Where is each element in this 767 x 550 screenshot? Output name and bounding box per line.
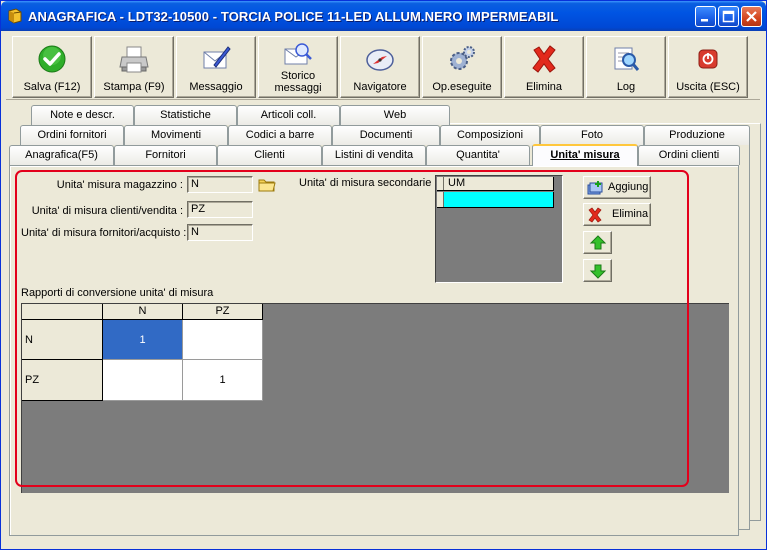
delete-um-label: Elimina xyxy=(612,208,649,220)
navigator-label: Navigatore xyxy=(353,81,407,93)
message-history-button[interactable]: Storico messaggi xyxy=(258,36,338,98)
um-magazzino-field[interactable]: N xyxy=(187,176,253,193)
app-icon xyxy=(8,8,22,24)
row-indicator xyxy=(437,192,444,207)
maximize-button[interactable] xyxy=(718,6,739,27)
grid-col-header: N xyxy=(103,304,183,320)
tab-unita-misura[interactable]: Unita' misura xyxy=(532,144,638,166)
add-um-label: Aggiung xyxy=(608,181,649,193)
tab-composizioni[interactable]: Composizioni xyxy=(440,125,540,145)
tab-movimenti[interactable]: Movimenti xyxy=(124,125,228,145)
row-indicator xyxy=(437,177,444,190)
exit-icon xyxy=(698,49,718,69)
print-button[interactable]: Stampa (F9) xyxy=(94,36,174,98)
message-history-label-2: messaggi xyxy=(274,82,322,94)
grid-cell[interactable]: 1 xyxy=(103,320,183,360)
um-fornitori-label: Unita' di misura fornitori/acquisto : xyxy=(21,227,187,239)
arrow-down-icon xyxy=(589,264,607,279)
um-secondarie-label: Unita' di misura secondarie : xyxy=(299,177,438,189)
grid-col-header: PZ xyxy=(183,304,263,320)
tab-documenti[interactable]: Documenti xyxy=(332,125,440,145)
delete-label: Elimina xyxy=(525,81,563,93)
conversion-grid[interactable]: N PZ N 1 PZ 1 xyxy=(21,303,729,493)
toolbar: Salva (F12) Stampa (F9) Messaggio Storic… xyxy=(6,34,760,100)
log-button[interactable]: Log xyxy=(586,36,666,98)
arrow-up-icon xyxy=(589,235,607,250)
tab-statistiche[interactable]: Statistiche xyxy=(134,105,237,125)
navigator-button[interactable]: Navigatore xyxy=(340,36,420,98)
printer-icon xyxy=(119,46,149,73)
minimize-icon xyxy=(701,19,708,22)
tab-fornitori[interactable]: Fornitori xyxy=(114,145,217,165)
tab-codici-a-barre[interactable]: Codici a barre xyxy=(228,125,332,145)
tab-note[interactable]: Note e descr. xyxy=(31,105,134,125)
tab-foto[interactable]: Foto xyxy=(540,125,644,145)
tab-produzione[interactable]: Produzione xyxy=(644,125,750,145)
save-button[interactable]: Salva (F12) xyxy=(12,36,92,98)
close-button[interactable] xyxy=(741,6,762,27)
tab-listini-di-vendita[interactable]: Listini di vendita xyxy=(322,145,426,165)
grid-cell[interactable]: 1 xyxy=(183,360,263,401)
gears-icon xyxy=(450,46,475,70)
um-magazzino-label: Unita' misura magazzino : xyxy=(56,179,183,191)
message-icon xyxy=(203,46,231,69)
um-column-header: UM xyxy=(448,177,466,189)
log-icon xyxy=(614,47,640,71)
um-fornitori-field[interactable]: N xyxy=(187,224,253,241)
operations-button[interactable]: Op.eseguite xyxy=(422,36,502,98)
print-label: Stampa (F9) xyxy=(103,81,165,93)
grid-row-header: PZ xyxy=(22,360,103,401)
delete-um-button[interactable]: Elimina xyxy=(583,203,651,226)
message-button[interactable]: Messaggio xyxy=(176,36,256,98)
message-history-icon xyxy=(284,43,312,65)
move-up-button[interactable] xyxy=(583,231,612,254)
tab-anagrafica[interactable]: Anagrafica(F5) xyxy=(9,145,114,165)
log-label: Log xyxy=(616,81,636,93)
window-title: ANAGRAFICA - LDT32-10500 - TORCIA POLICE… xyxy=(28,9,559,24)
minimize-button[interactable] xyxy=(695,6,716,27)
title-bar[interactable]: ANAGRAFICA - LDT32-10500 - TORCIA POLICE… xyxy=(1,1,766,31)
conversion-title: Rapporti di conversione unita' di misura xyxy=(21,287,214,299)
compass-icon xyxy=(366,49,394,71)
delete-icon xyxy=(532,45,556,73)
tab-quantita[interactable]: Quantita' xyxy=(426,145,530,165)
tab-articoli-coll[interactable]: Articoli coll. xyxy=(237,105,340,125)
tab-clienti[interactable]: Clienti xyxy=(217,145,322,165)
grid-corner xyxy=(22,304,103,320)
folder-icon[interactable] xyxy=(257,175,277,194)
maximize-icon xyxy=(722,10,735,23)
delete-x-icon xyxy=(588,207,602,223)
message-label: Messaggio xyxy=(189,81,243,93)
exit-button[interactable]: Uscita (ESC) xyxy=(668,36,748,98)
um-secondarie-grid[interactable]: UM xyxy=(435,175,563,283)
delete-button[interactable]: Elimina xyxy=(504,36,584,98)
tab-web[interactable]: Web xyxy=(340,105,450,125)
grid-row-header: N xyxy=(22,320,103,360)
add-um-button[interactable]: Aggiung xyxy=(583,176,651,199)
application-window: ANAGRAFICA - LDT32-10500 - TORCIA POLICE… xyxy=(0,0,767,550)
save-label: Salva (F12) xyxy=(23,81,81,93)
tab-ordini-clienti[interactable]: Ordini clienti xyxy=(638,145,740,165)
move-down-button[interactable] xyxy=(583,259,612,282)
operations-label: Op.eseguite xyxy=(432,81,492,93)
um-grid-header: UM xyxy=(437,177,554,191)
message-history-label-1: Storico xyxy=(280,70,316,82)
um-clienti-field[interactable]: PZ xyxy=(187,201,253,218)
grid-cell[interactable] xyxy=(103,360,183,401)
check-icon xyxy=(38,45,66,73)
close-icon xyxy=(746,11,757,22)
grid-cell[interactable] xyxy=(183,320,263,360)
exit-label: Uscita (ESC) xyxy=(676,81,740,93)
um-clienti-label: Unita' di misura clienti/vendita : xyxy=(31,205,183,217)
tab-ordini-fornitori[interactable]: Ordini fornitori xyxy=(20,125,124,145)
add-icon xyxy=(587,181,603,195)
um-grid-row[interactable] xyxy=(437,192,554,208)
